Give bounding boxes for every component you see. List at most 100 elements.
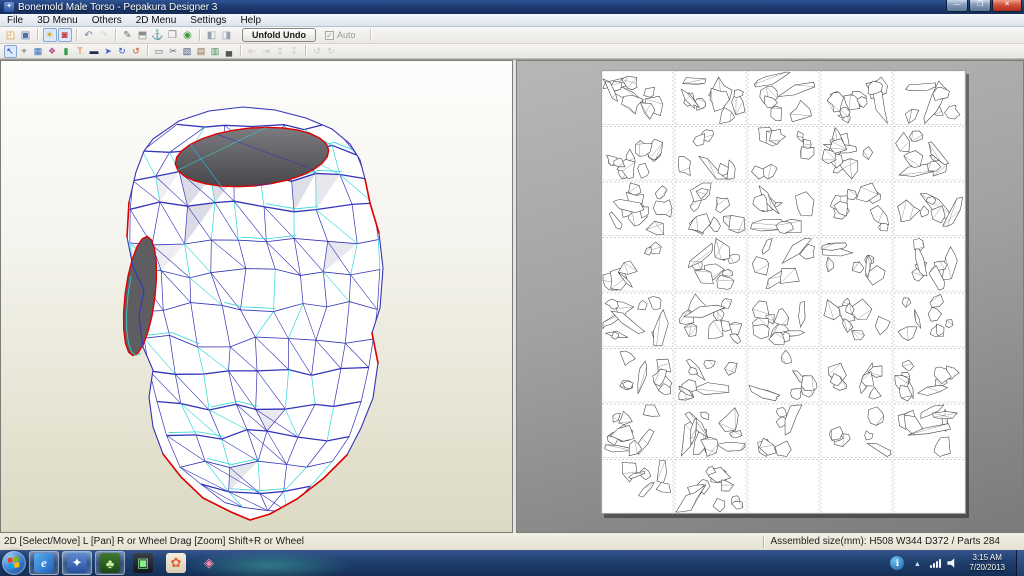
light-toggle-icon: ☀ bbox=[45, 29, 54, 41]
windows-logo-icon bbox=[7, 556, 20, 570]
rotate-part-cw-button[interactable]: ↻ bbox=[116, 45, 129, 58]
flip-part-button[interactable]: ➤ bbox=[102, 45, 115, 58]
lasso-select-button[interactable]: ⌖ bbox=[18, 45, 31, 58]
window-2d-view-icon: ◨ bbox=[221, 29, 232, 41]
network-icon[interactable] bbox=[930, 558, 942, 568]
save-file-icon: ▣ bbox=[20, 29, 31, 41]
select-move-button[interactable]: ↖ bbox=[3, 44, 17, 58]
anchor-tool-icon: ⚓ bbox=[151, 29, 164, 41]
save-file-button[interactable]: ▣ bbox=[19, 28, 33, 42]
rotate-part-ccw-icon: ↺ bbox=[132, 45, 140, 56]
image-insert-button[interactable]: ▦ bbox=[32, 45, 45, 58]
join-edge-button[interactable]: ▧ bbox=[181, 45, 194, 58]
taskbar: e ✦ ♣ ▣ ✿ ◈ ℹ ▴ 3:15 AM 7/20/2013 bbox=[0, 550, 1024, 576]
show-desktop-button[interactable] bbox=[1016, 550, 1024, 576]
close-button[interactable]: ✕ bbox=[992, 0, 1022, 12]
minimize-button[interactable]: — bbox=[946, 0, 968, 12]
toolbar-separator bbox=[240, 45, 241, 57]
anchor-tool-button[interactable]: ⚓ bbox=[151, 28, 165, 42]
taskbar-button-pepakura-designer[interactable]: ✦ bbox=[62, 551, 92, 575]
menu-3d-menu[interactable]: 3D Menu bbox=[30, 14, 85, 27]
export-image-button[interactable]: ▥ bbox=[209, 45, 222, 58]
system-tray: ℹ ▴ 3:15 AM 7/20/2013 bbox=[890, 550, 1024, 576]
status-hint: 2D [Select/Move] L [Pan] R or Wheel Drag… bbox=[4, 536, 305, 547]
taskbar-button-paint-app[interactable]: ✿ bbox=[161, 551, 191, 575]
divide-edge-button[interactable]: ✂ bbox=[167, 45, 180, 58]
volume-icon[interactable] bbox=[947, 558, 955, 568]
material-tool-button[interactable]: ▮ bbox=[60, 45, 73, 58]
taskbar-button-media-player[interactable]: ▣ bbox=[128, 551, 158, 575]
print-sheet-button[interactable]: ▄ bbox=[223, 45, 236, 58]
fern-viewer-icon: ♣ bbox=[100, 553, 120, 573]
rotate-part-ccw-button[interactable]: ↺ bbox=[130, 45, 143, 58]
texture-toggle-button[interactable]: ◙ bbox=[57, 28, 72, 42]
select-area-button[interactable]: ▭ bbox=[153, 45, 166, 58]
monitor-view-icon: ▬ bbox=[89, 46, 99, 56]
toolbar-main: ◰ ▣ ☀ ◙ ↶ ↷ ✎ ⬒ ⚓ ❐ ◉ ◧ ◨ Unfold Undo ✓ Auto bbox=[0, 27, 1024, 44]
image-insert-icon: ▦ bbox=[33, 45, 43, 56]
taskbar-button-internet-explorer[interactable]: e bbox=[29, 551, 59, 575]
window-3d-view-button[interactable]: ◧ bbox=[205, 28, 219, 42]
align-left-icon: ⇤ bbox=[248, 45, 256, 56]
paint-brush-icon: ❖ bbox=[47, 45, 57, 56]
undo-button[interactable]: ↶ bbox=[82, 28, 96, 42]
edit-box-button[interactable]: ❐ bbox=[166, 28, 180, 42]
toolbar-main-icons: ◰ ▣ ☀ ◙ ↶ ↷ ✎ ⬒ ⚓ ❐ ◉ ◧ ◨ bbox=[3, 28, 234, 42]
window-2d-view-button[interactable]: ◨ bbox=[220, 28, 234, 42]
clock[interactable]: 3:15 AM 7/20/2013 bbox=[964, 553, 1010, 574]
align-bottom-icon: ↧ bbox=[290, 45, 298, 56]
align-right-button[interactable]: ⇥ bbox=[260, 45, 273, 58]
tray-app-icon[interactable]: ℹ bbox=[890, 556, 905, 570]
pane-2d-layout[interactable] bbox=[516, 60, 1024, 533]
align-bottom-button[interactable]: ↧ bbox=[288, 45, 301, 58]
menu-file[interactable]: File bbox=[0, 14, 30, 27]
menu-settings[interactable]: Settings bbox=[183, 14, 233, 27]
media-player-icon: ▣ bbox=[133, 553, 153, 573]
paint-brush-button[interactable]: ❖ bbox=[46, 45, 59, 58]
window-controls: — ❐ ✕ bbox=[946, 0, 1022, 12]
menu-others[interactable]: Others bbox=[85, 14, 129, 27]
menu-2d-menu[interactable]: 2D Menu bbox=[129, 14, 184, 27]
open-file-button[interactable]: ◰ bbox=[4, 28, 18, 42]
status-divider bbox=[763, 535, 765, 548]
align-top-button[interactable]: ↥ bbox=[274, 45, 287, 58]
title-bar: ✦ Bonemold Male Torso - Pepakura Designe… bbox=[0, 0, 1024, 14]
light-toggle-button[interactable]: ☀ bbox=[42, 28, 57, 42]
auto-checkbox[interactable]: ✓ bbox=[324, 30, 334, 40]
pepakura-designer-icon: ✦ bbox=[67, 553, 87, 573]
rotate-left-icon: ↺ bbox=[313, 45, 321, 56]
status-bar: 2D [Select/Move] L [Pan] R or Wheel Drag… bbox=[0, 532, 1024, 550]
measure-box-button[interactable]: ⬒ bbox=[136, 28, 150, 42]
select-area-icon: ▭ bbox=[154, 45, 164, 56]
toolbar-separator bbox=[369, 29, 371, 41]
pane-3d-view[interactable] bbox=[0, 60, 513, 533]
redo-button[interactable]: ↷ bbox=[97, 28, 111, 42]
text-insert-button[interactable]: T bbox=[74, 45, 87, 58]
pattern-sheet[interactable] bbox=[601, 70, 966, 514]
toolbar-separator bbox=[305, 45, 306, 57]
unfold-undo-button[interactable]: Unfold Undo bbox=[242, 28, 316, 42]
undo-icon: ↶ bbox=[84, 29, 93, 41]
rotate-right-button[interactable]: ↻ bbox=[325, 45, 338, 58]
clock-date: 7/20/2013 bbox=[969, 563, 1005, 572]
menu-help[interactable]: Help bbox=[233, 14, 268, 27]
wireframe-viewer-icon: ◈ bbox=[204, 555, 214, 570]
lasso-select-icon: ⌖ bbox=[21, 45, 27, 56]
taskbar-button-fern-viewer[interactable]: ♣ bbox=[95, 551, 125, 575]
magnet-tool-button[interactable]: ◉ bbox=[181, 28, 195, 42]
toolbar-2d-icons: ↖ ⌖ ▦ ❖ ▮ T ▬ ➤ ↻ ↺ ▭ ✂ ▧ ▤ ▥ ▄ ⇤ ⇥ ↥ ↧ ↺ ↻ bbox=[3, 44, 338, 58]
redo-icon: ↷ bbox=[99, 29, 108, 41]
taskbar-button-wireframe-viewer[interactable]: ◈ bbox=[194, 551, 224, 575]
hidden-icons-chevron[interactable]: ▴ bbox=[910, 556, 924, 570]
internet-explorer-icon: e bbox=[34, 553, 54, 573]
pen-tool-button[interactable]: ✎ bbox=[121, 28, 135, 42]
pen-tool-icon: ✎ bbox=[123, 29, 132, 41]
rotate-right-icon: ↻ bbox=[327, 45, 335, 56]
model-3d-torso bbox=[122, 106, 384, 521]
rotate-left-button[interactable]: ↺ bbox=[311, 45, 324, 58]
monitor-view-button[interactable]: ▬ bbox=[88, 45, 101, 58]
start-button[interactable] bbox=[2, 551, 26, 575]
maximize-button[interactable]: ❐ bbox=[969, 0, 991, 12]
stack-parts-button[interactable]: ▤ bbox=[195, 45, 208, 58]
align-left-button[interactable]: ⇤ bbox=[246, 45, 259, 58]
